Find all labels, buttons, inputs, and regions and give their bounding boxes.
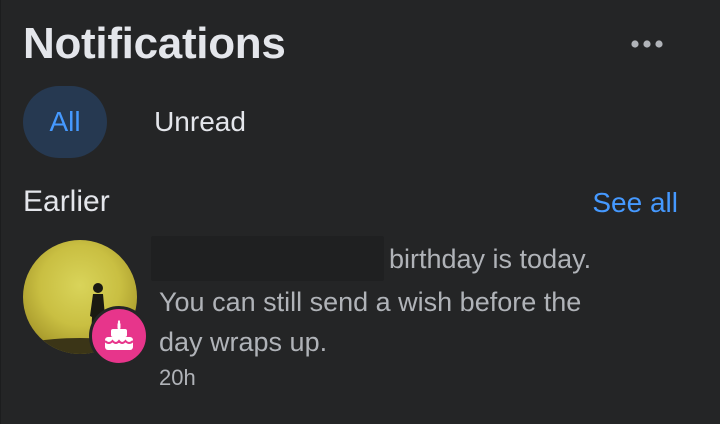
- tab-unread[interactable]: Unread: [129, 86, 271, 158]
- page-title: Notifications: [23, 19, 286, 68]
- redacted-name: [151, 236, 384, 281]
- notification-timestamp: 20h: [159, 365, 196, 390]
- notification-text: You can still send a wish before the day…: [159, 287, 582, 357]
- section-heading-earlier: Earlier: [23, 185, 110, 218]
- tab-all[interactable]: All: [23, 86, 107, 158]
- birthday-cake-icon: [89, 306, 149, 366]
- more-options-button[interactable]: [621, 26, 673, 62]
- see-all-link[interactable]: See all: [592, 186, 678, 220]
- notification-text-start: birthday is today.: [389, 244, 592, 274]
- notifications-panel: Notifications All Unread Earlier See all: [0, 0, 720, 424]
- notification-item[interactable]: birthday is today. You can still send a …: [1, 228, 720, 408]
- more-horizontal-icon: [629, 39, 665, 49]
